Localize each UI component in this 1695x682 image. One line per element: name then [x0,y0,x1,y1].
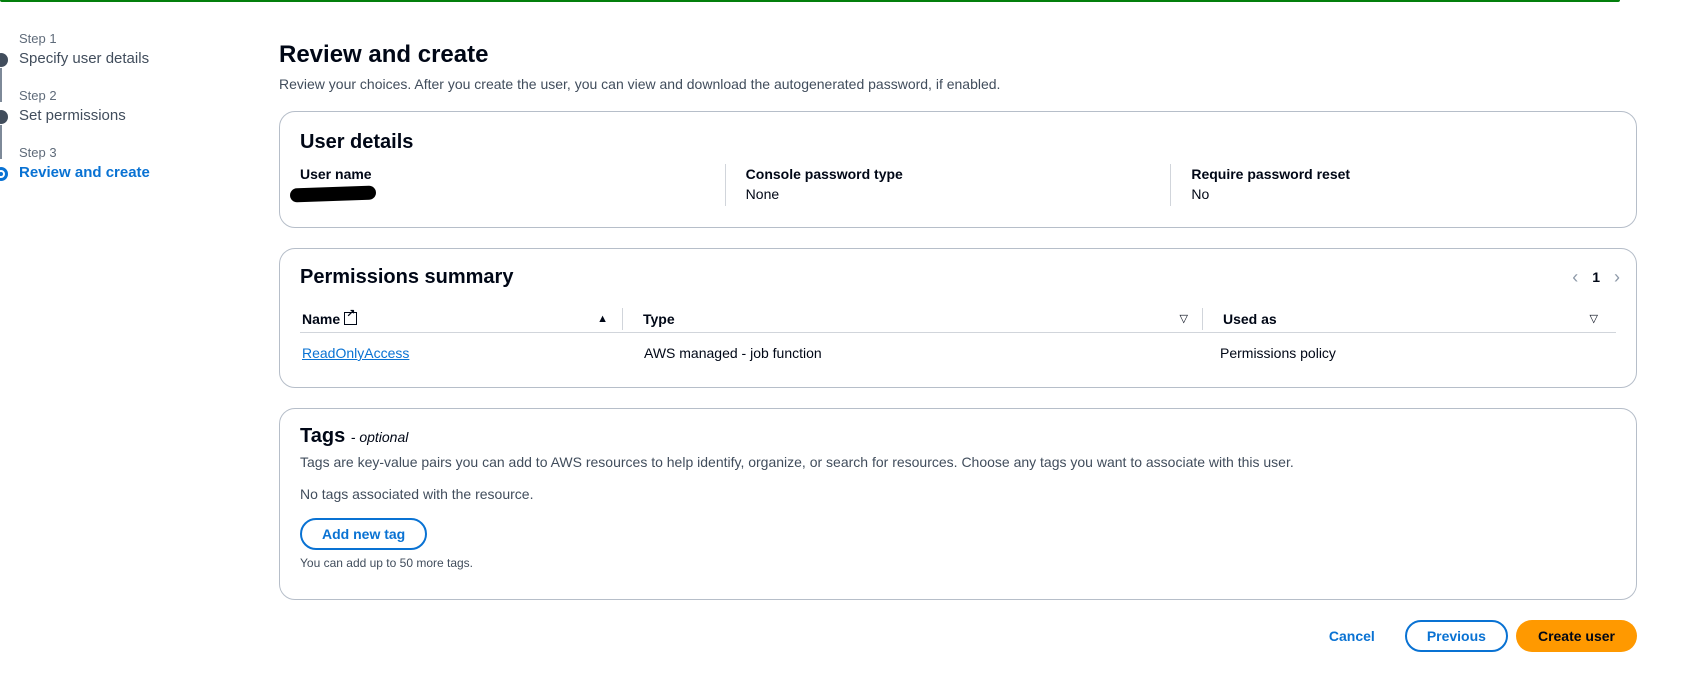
column-type-label: Type [643,310,675,327]
column-name-label: Name [302,310,341,327]
sort-unsorted-icon[interactable]: ▽ [1180,312,1188,325]
permissions-summary-card: Permissions summary ‹ 1 › Name ▲ Type ▽ … [279,248,1637,388]
require-password-reset-field: Require password reset No [1170,164,1616,206]
step-current-icon [0,167,8,181]
user-name-label: User name [300,166,372,182]
user-details-card: User details User name Console password … [279,111,1637,228]
tags-optional-label: - optional [350,429,409,445]
step-3[interactable]: Step 3 Review and create [0,144,240,201]
step-2[interactable]: Step 2 Set permissions [0,87,240,159]
top-status-bar [0,0,1620,2]
table-header: Name ▲ Type ▽ Used as ▽ [300,305,1616,333]
previous-page-icon[interactable]: ‹ [1572,267,1578,288]
console-password-type-label: Console password type [745,166,903,182]
pagination: ‹ 1 › [1572,267,1620,288]
user-details-title: User details [300,131,414,153]
next-page-icon[interactable]: › [1614,267,1620,288]
wizard-steps: Step 1 Specify user details Step 2 Set p… [0,30,240,201]
column-header-type[interactable]: Type ▽ [622,307,1202,330]
sort-ascending-icon[interactable]: ▲ [597,313,608,325]
tags-title: Tags [300,425,346,447]
current-page[interactable]: 1 [1592,269,1600,285]
step-title[interactable]: Review and create [19,162,240,184]
step-number: Step 3 [19,145,57,160]
column-header-name[interactable]: Name ▲ [300,307,622,330]
step-complete-icon [0,53,8,67]
external-link-icon[interactable] [344,307,358,325]
step-number: Step 2 [19,88,57,103]
add-new-tag-button[interactable]: Add new tag [300,518,428,550]
previous-button[interactable]: Previous [1404,620,1508,652]
step-number: Step 1 [19,31,57,46]
permissions-summary-title: Permissions summary [300,266,514,288]
policy-link[interactable]: ReadOnlyAccess [302,345,409,361]
user-name-field: User name [289,164,725,206]
table-row: ReadOnlyAccess AWS managed - job functio… [300,333,1616,373]
create-user-button[interactable]: Create user [1515,620,1637,652]
tags-card: Tags - optional Tags are key-value pairs… [279,408,1637,600]
policy-name-cell: ReadOnlyAccess [300,345,622,361]
tags-empty-message: No tags associated with the resource. [300,486,534,502]
step-title[interactable]: Specify user details [19,48,240,70]
page-description: Review your choices. After you create th… [279,76,1001,92]
policy-used-as-cell: Permissions policy [1220,345,1336,361]
sort-unsorted-icon[interactable]: ▽ [1590,312,1598,325]
console-password-type-value: None [745,186,780,202]
tags-description: Tags are key-value pairs you can add to … [300,454,1294,470]
column-used-as-label: Used as [1223,310,1277,327]
page-title: Review and create [279,41,489,68]
permissions-table: Name ▲ Type ▽ Used as ▽ ReadOnlyAccess A… [300,305,1616,373]
step-title[interactable]: Set permissions [19,105,240,127]
console-password-type-field: Console password type None [724,164,1171,206]
tags-title-row: Tags - optional [300,425,1616,448]
require-password-reset-value: No [1191,186,1210,202]
cancel-button[interactable]: Cancel [1307,628,1397,644]
tags-limit-hint: You can add up to 50 more tags. [300,556,474,570]
redaction-mark [289,185,377,203]
wizard-actions: Cancel Previous Create user [1300,620,1637,652]
page-header: Review and create Review your choices. A… [279,40,1637,94]
column-header-used-as[interactable]: Used as ▽ [1202,307,1612,330]
step-complete-icon [0,110,8,124]
require-password-reset-label: Require password reset [1191,166,1351,182]
user-name-value [289,184,715,206]
policy-type-cell: AWS managed - job function [644,345,822,361]
step-1[interactable]: Step 1 Specify user details [0,30,240,102]
